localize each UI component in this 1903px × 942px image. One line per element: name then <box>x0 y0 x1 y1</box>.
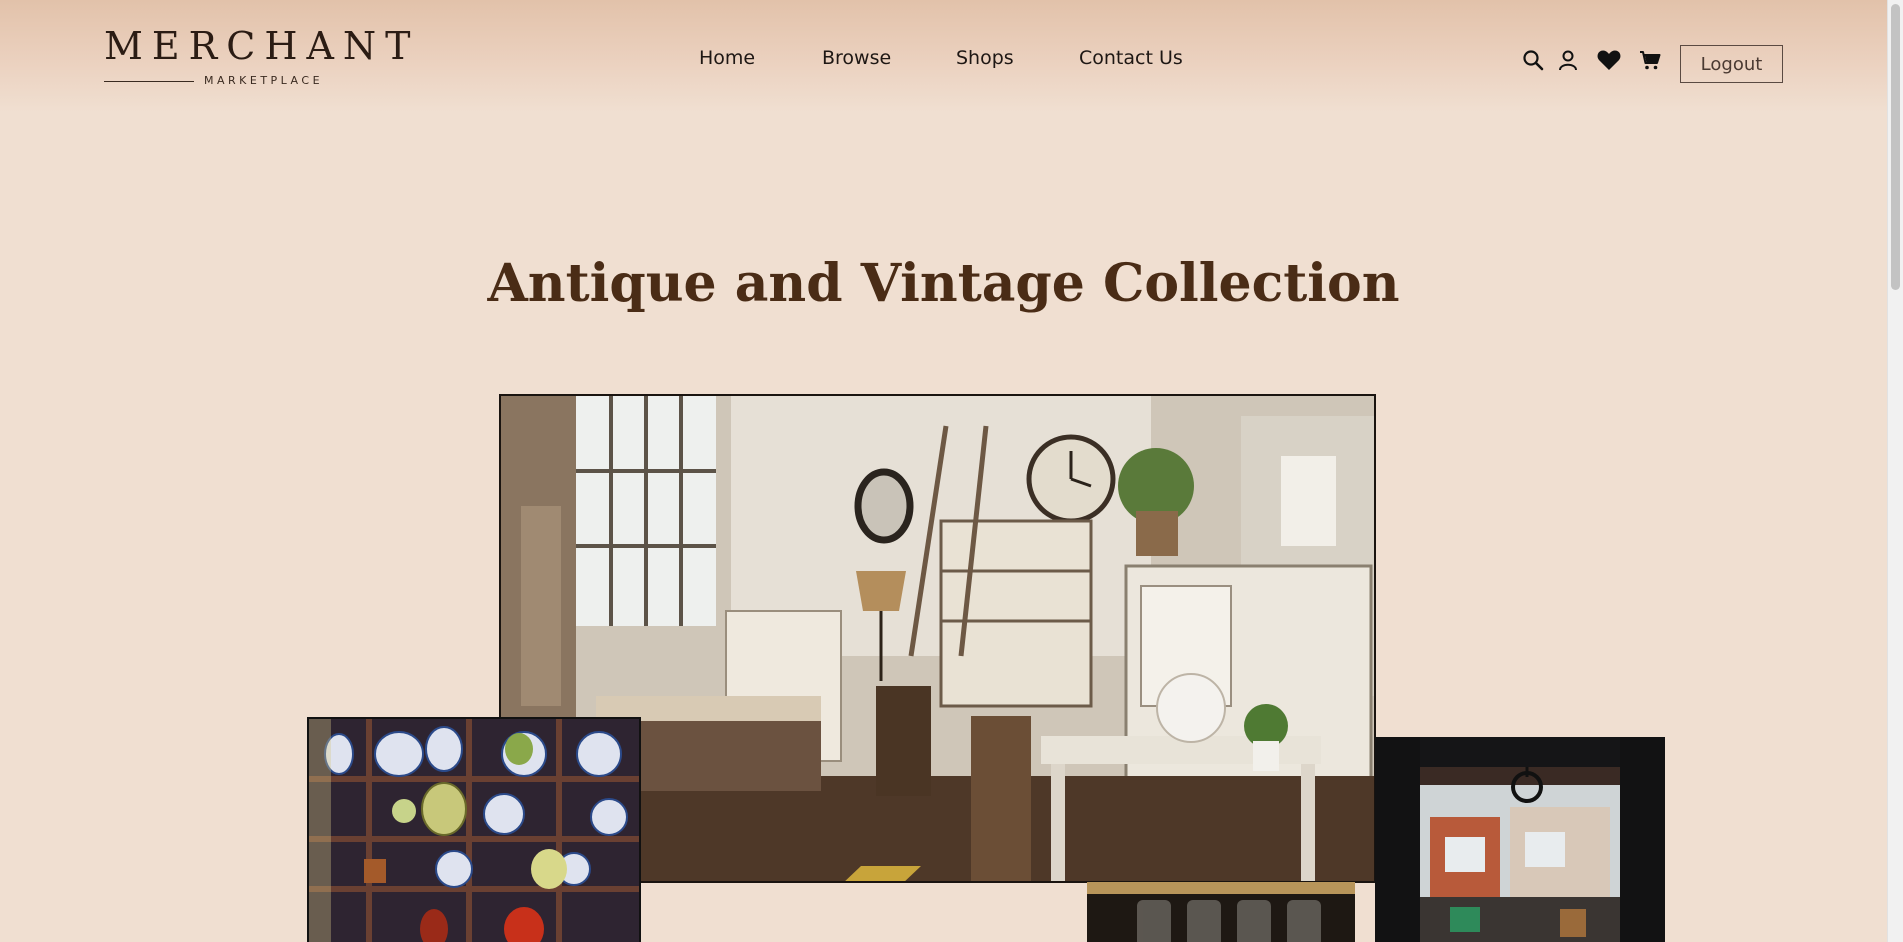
cart-icon[interactable] <box>1636 46 1664 74</box>
pottery-shelf-photo <box>307 717 641 942</box>
page: MERCHANT MARKETPLACE Home Browse Shops C… <box>0 0 1903 942</box>
heart-icon[interactable] <box>1595 46 1623 74</box>
nav-shops[interactable]: Shops <box>956 46 1014 70</box>
nav-browse[interactable]: Browse <box>822 46 891 70</box>
logo-wordmark: MERCHANT <box>104 24 420 68</box>
logo-rule <box>104 81 194 82</box>
search-icon[interactable] <box>1519 46 1547 74</box>
page-title: Antique and Vintage Collection <box>487 253 1400 314</box>
nav-contact-us[interactable]: Contact Us <box>1079 46 1183 70</box>
glass-jars-photo <box>1087 882 1355 942</box>
user-icon[interactable] <box>1554 46 1582 74</box>
vertical-scrollbar[interactable] <box>1887 0 1903 942</box>
scrollbar-thumb[interactable] <box>1891 4 1900 290</box>
logo-subtitle: MARKETPLACE <box>204 74 324 87</box>
storefront-window-photo <box>1375 737 1665 942</box>
merchant-marketplace-logo[interactable]: MERCHANT MARKETPLACE <box>104 24 411 90</box>
site-header: MERCHANT MARKETPLACE Home Browse Shops C… <box>0 0 1887 112</box>
logout-button[interactable]: Logout <box>1680 45 1783 83</box>
nav-home[interactable]: Home <box>699 46 755 70</box>
